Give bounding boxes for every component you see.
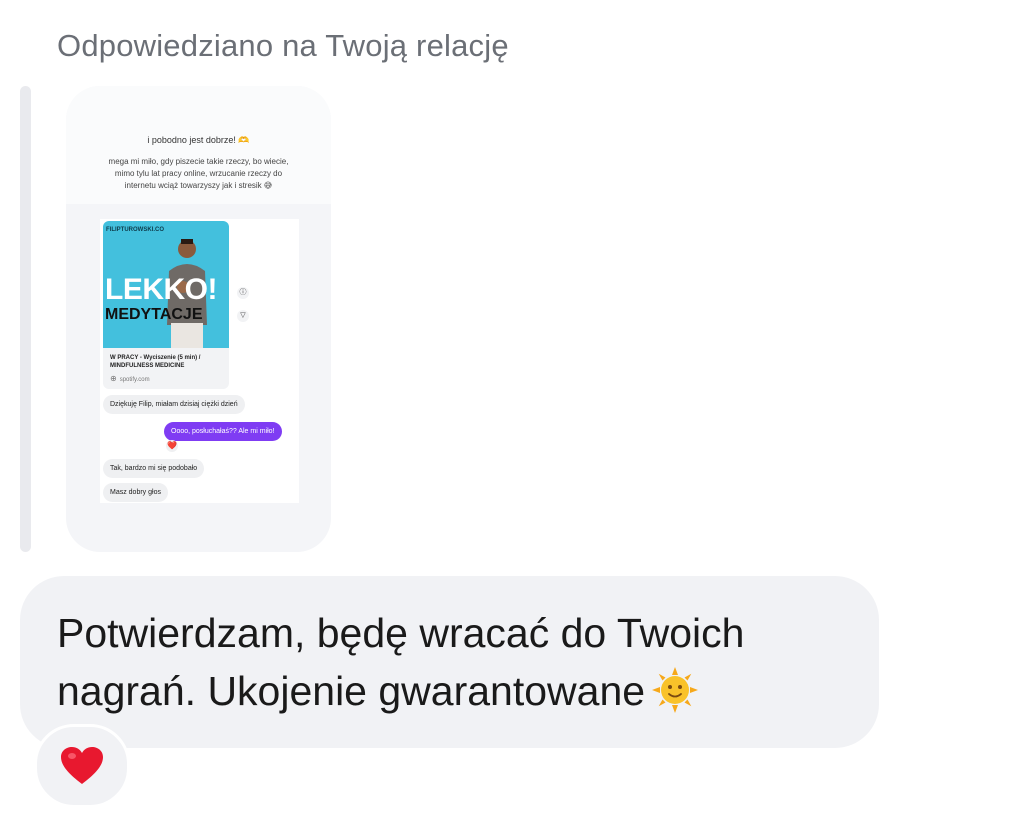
link-source-label: spotify.com <box>119 377 150 383</box>
info-icon: ⓘ <box>237 287 249 299</box>
heart-reaction[interactable] <box>34 724 130 808</box>
link-preview-card: FILIPTUROWSKI.CO LEKKO! MEDYTACJE W PRAC… <box>103 221 229 389</box>
story-body: mega mi miło, gdy piszecie takie rzeczy,… <box>88 156 309 192</box>
story-heading: i pobodno jest dobrze! 🫶 <box>147 135 250 145</box>
mini-message-received: Masz dobry głos <box>103 483 168 502</box>
thumb-title-lekko: LEKKO! <box>105 273 218 306</box>
story-body-line: internetu wciąż towarzyszy jak i stresik… <box>124 181 273 190</box>
thumb-title-medytacje: MEDYTACJE <box>105 306 203 323</box>
mini-message-sent: Oooo, posłuchałaś?? Ale mi miło! <box>164 422 282 441</box>
message-line-1: Potwierdzam, będę wracać do Twoich <box>57 610 745 656</box>
link-title: W PRACY - Wyciszenie (5 min) / MINDFULNE… <box>110 355 201 369</box>
story-body-line: mimo tylu lat pracy online, wrzucanie rz… <box>114 169 283 178</box>
story-screenshot-chat: FILIPTUROWSKI.CO LEKKO! MEDYTACJE W PRAC… <box>100 219 299 503</box>
globe-icon: ⊕ <box>110 374 117 383</box>
sun-emoji-icon <box>652 667 699 714</box>
quote-bar <box>20 86 31 552</box>
mini-message-received: Dziękuję Filip, miałam dzisiaj ciężki dz… <box>103 395 245 414</box>
filter-icon: ▽ <box>237 310 249 322</box>
story-reply-header: Odpowiedziano na Twoją relację <box>57 28 509 63</box>
message-text: Potwierdzam, będę wracać do Twoich nagra… <box>57 604 857 720</box>
dm-thread: Odpowiedziano na Twoją relację i pobodno… <box>0 0 1024 824</box>
thumb-domain: FILIPTUROWSKI.CO <box>106 227 164 233</box>
link-source: ⊕ spotify.com <box>110 374 150 383</box>
story-preview[interactable]: i pobodno jest dobrze! 🫶 mega mi miło, g… <box>66 86 331 552</box>
message-line-2: nagrań. Ukojenie gwarantowane <box>57 668 646 714</box>
heart-icon <box>61 747 103 784</box>
message-bubble[interactable]: Potwierdzam, będę wracać do Twoich nagra… <box>20 576 879 748</box>
mini-message-received: Tak, bardzo mi się podobało <box>103 459 205 478</box>
mini-heart-reaction: ❤️ <box>166 440 178 452</box>
story-body-line: mega mi miło, gdy piszecie takie rzeczy,… <box>108 157 289 166</box>
link-thumbnail: FILIPTUROWSKI.CO LEKKO! MEDYTACJE <box>103 221 229 348</box>
